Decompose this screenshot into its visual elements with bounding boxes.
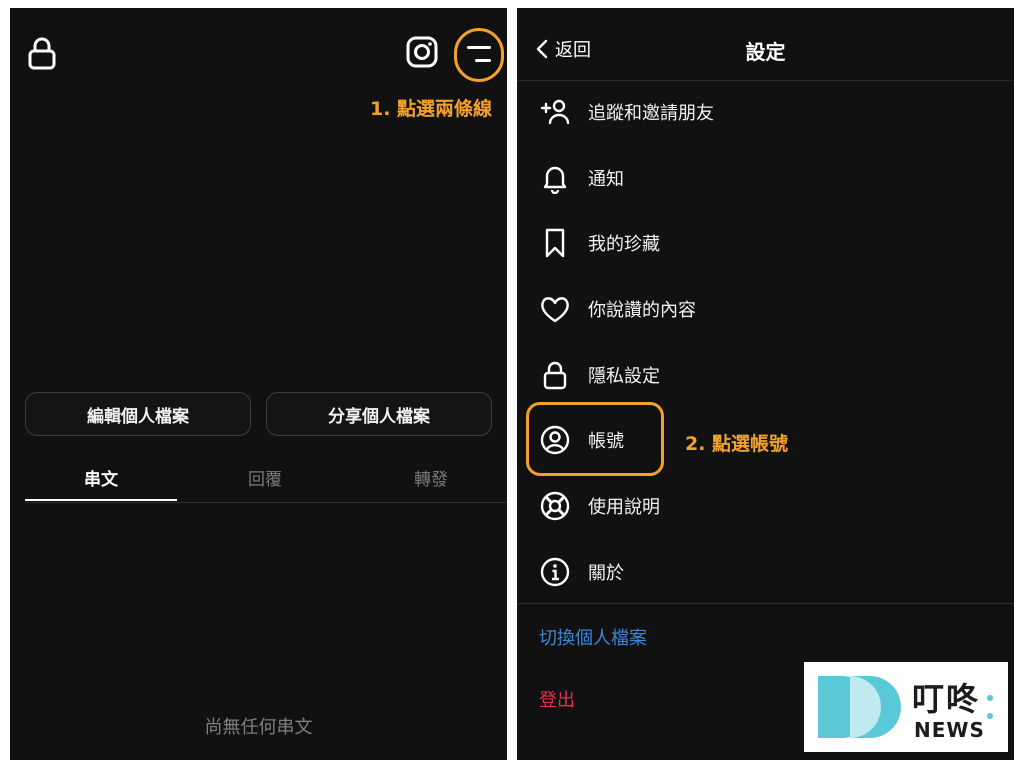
switch-profile-link[interactable]: 切換個人檔案	[539, 624, 647, 650]
page-title: 設定	[745, 40, 786, 64]
active-tab-indicator	[25, 499, 177, 501]
menu-item-label: 通知	[588, 169, 624, 190]
logo-english-text: NEWS	[914, 718, 985, 742]
profile-tabs: 串文 回覆 轉發	[25, 454, 507, 503]
tab-threads[interactable]: 串文	[25, 454, 177, 501]
empty-state-text: 尚無任何串文	[204, 717, 313, 738]
lock-icon	[537, 357, 573, 393]
heart-icon	[537, 291, 573, 327]
info-icon	[537, 554, 573, 590]
profile-screen: 1. 點選兩條線 編輯個人檔案 分享個人檔案 串文 回覆 轉發 尚無任何串文	[10, 8, 507, 760]
edit-profile-button[interactable]: 編輯個人檔案	[25, 392, 251, 436]
menu-item-label: 你說讚的內容	[588, 300, 696, 321]
dingdong-logo-mark	[818, 676, 901, 738]
logout-link[interactable]: 登出	[539, 686, 575, 712]
settings-header: 返回 設定	[517, 8, 1014, 81]
menu-item-saved[interactable]: 我的珍藏	[537, 223, 660, 263]
dingdong-news-logo: 叮咚 NEWS	[804, 662, 1008, 752]
lifebuoy-icon	[537, 488, 573, 524]
tab-label: 串文	[84, 469, 118, 490]
menu-item-privacy[interactable]: 隱私設定	[537, 355, 660, 395]
instagram-icon[interactable]	[406, 36, 438, 68]
tab-reposts[interactable]: 轉發	[355, 454, 507, 500]
menu-item-about[interactable]: 關於	[537, 552, 624, 592]
settings-screen: 返回 設定 追蹤和邀請朋友 通知 我的珍藏 你說讚的內容 隱私設定 帳號 2. …	[517, 8, 1014, 760]
menu-item-label: 追蹤和邀請朋友	[588, 103, 714, 124]
account-highlight-box	[526, 402, 664, 476]
share-profile-button[interactable]: 分享個人檔案	[266, 392, 492, 436]
menu-item-notifications[interactable]: 通知	[537, 158, 624, 198]
bell-icon	[537, 160, 573, 196]
logo-chinese-text: 叮咚	[912, 680, 981, 718]
tab-label: 轉發	[414, 469, 448, 490]
menu-item-help[interactable]: 使用說明	[537, 486, 660, 526]
logo-colon-dots	[987, 695, 993, 719]
menu-item-follow-invite[interactable]: 追蹤和邀請朋友	[537, 92, 714, 132]
add-person-icon	[537, 94, 573, 130]
menu-item-liked[interactable]: 你說讚的內容	[537, 289, 696, 329]
menu-button[interactable]	[454, 28, 504, 82]
lock-icon	[28, 37, 56, 70]
bookmark-icon	[537, 225, 573, 261]
menu-item-label: 關於	[588, 563, 624, 584]
tab-label: 回覆	[248, 469, 282, 490]
menu-item-label: 隱私設定	[588, 366, 660, 387]
menu-item-label: 我的珍藏	[588, 234, 660, 255]
section-divider	[517, 603, 1014, 604]
annotation-step-1: 1. 點選兩條線	[370, 98, 493, 120]
tab-replies[interactable]: 回覆	[189, 454, 341, 500]
annotation-step-2: 2. 點選帳號	[685, 433, 789, 455]
menu-item-label: 使用說明	[588, 497, 660, 518]
